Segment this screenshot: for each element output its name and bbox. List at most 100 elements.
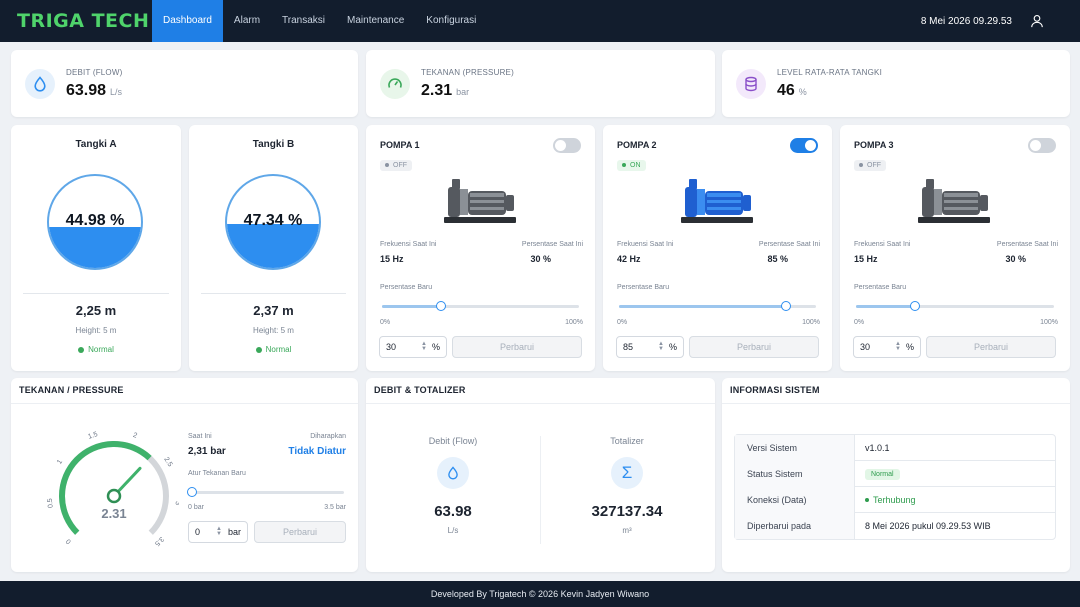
pump-state-badge: OFF	[380, 160, 412, 171]
spinner-icon[interactable]: ▲ ▼	[894, 341, 902, 353]
tank-height: 2,37 m	[253, 303, 294, 318]
status-dot	[78, 346, 85, 353]
section-title: TEKANAN / PRESSURE	[19, 385, 124, 395]
sigma-icon: Σ	[611, 457, 643, 489]
pump-toggle[interactable]	[553, 138, 581, 153]
divider	[722, 403, 1070, 404]
frequency-label: Frekuensi Saat Ini	[380, 241, 437, 248]
stat-value: 46	[777, 81, 795, 99]
current-pressure: 2,31 bar	[188, 446, 226, 457]
flow-label: Debit (Flow)	[428, 436, 478, 446]
input-value: 30	[386, 342, 397, 352]
update-pump-button[interactable]: Perbarui	[689, 336, 819, 358]
slider-fill	[856, 305, 916, 308]
pressure-slider[interactable]	[187, 487, 344, 497]
spinner-icon[interactable]: ▲ ▼	[420, 341, 428, 353]
slider-min: 0 bar	[188, 504, 204, 511]
frequency-label: Frekuensi Saat Ini	[854, 241, 911, 248]
pump-slider[interactable]	[619, 301, 816, 311]
nav-dashboard[interactable]: Dashboard	[152, 0, 223, 42]
pump-state-badge: ON	[617, 160, 646, 171]
slider-max: 100%	[802, 319, 820, 326]
gauge-value: 2.31	[101, 506, 126, 521]
update-pump-button[interactable]: Perbarui	[452, 336, 582, 358]
stat-value: 63.98	[66, 81, 107, 99]
tank-title: Tangki B	[252, 139, 295, 150]
debit-card: DEBIT & TOTALIZER Debit (Flow) 63.98 L/s…	[366, 378, 715, 572]
pump-title: POMPA 3	[854, 140, 894, 150]
divider	[201, 293, 346, 294]
pump-toggle[interactable]	[1028, 138, 1056, 153]
status-dot	[865, 498, 869, 503]
set-pressure-label: Atur Tekanan Baru	[188, 470, 246, 477]
expected-pressure: Tidak Diatur	[288, 446, 346, 457]
nav-alarm[interactable]: Alarm	[223, 0, 271, 42]
info-row-status: Status Sistem Normal	[735, 460, 1055, 487]
slider-fill	[619, 305, 787, 308]
new-percent-label: Persentase Baru	[380, 284, 433, 291]
slider-thumb[interactable]	[436, 301, 447, 311]
pressure-input[interactable]: 0 ▲ ▼ bar	[188, 521, 248, 543]
percent-value: 30 %	[530, 254, 551, 264]
input-value: 85	[623, 342, 634, 352]
input-unit: %	[668, 342, 677, 352]
spinner-icon[interactable]: ▲ ▼	[657, 341, 665, 353]
gauge-tick-label: 2	[132, 432, 138, 440]
flow-value: 63.98	[434, 503, 472, 520]
user-icon[interactable]	[1030, 14, 1044, 28]
droplet-icon	[437, 457, 469, 489]
status-badge: Normal	[865, 468, 900, 480]
nav-datetime: 8 Mei 2026 09.29.53	[920, 15, 1012, 27]
tank-capacity: Height: 5 m	[75, 326, 117, 335]
droplet-icon	[25, 68, 55, 99]
status-dot	[255, 346, 262, 353]
expected-label: Diharapkan	[310, 433, 346, 440]
tank-height: 2,25 m	[75, 303, 117, 318]
totalizer-label: Totalizer	[610, 436, 644, 446]
divider	[23, 293, 169, 294]
info-value: Terhubung	[873, 494, 916, 505]
pump-percent-input[interactable]: 85 ▲ ▼ %	[616, 336, 684, 358]
info-key: Diperbarui pada	[735, 513, 855, 539]
frequency-label: Frekuensi Saat Ini	[617, 241, 674, 248]
nav-maintenance[interactable]: Maintenance	[336, 0, 415, 42]
flow-unit: L/s	[447, 526, 459, 535]
gauge-tick-label: 0.5	[47, 498, 55, 509]
pump-percent-input[interactable]: 30 ▲ ▼ %	[379, 336, 447, 358]
nav-transaksi[interactable]: Transaksi	[271, 0, 336, 42]
tank-title: Tangki A	[75, 139, 117, 150]
pump-slider[interactable]	[382, 301, 579, 311]
slider-thumb[interactable]	[781, 301, 792, 311]
pump-slider[interactable]	[856, 301, 1054, 311]
gauge-tick-label: 1.5	[87, 431, 99, 441]
slider-max: 3.5 bar	[324, 504, 346, 511]
slider-thumb[interactable]	[910, 301, 921, 311]
tank-gauge: 47.34 %	[225, 174, 321, 270]
percent-label: Persentase Saat Ini	[758, 241, 820, 248]
stat-card-flow: DEBIT (FLOW) 63.98 L/s	[11, 50, 358, 117]
pump-percent-input[interactable]: 30 ▲ ▼ %	[853, 336, 921, 358]
gauge-tick-label: 0	[65, 537, 73, 545]
frequency-value: 15 Hz	[380, 254, 404, 264]
slider-max: 100%	[1040, 319, 1058, 326]
database-icon	[736, 68, 766, 99]
update-pump-button[interactable]: Perbarui	[926, 336, 1056, 358]
flow-column: Debit (Flow) 63.98 L/s	[366, 436, 540, 535]
pump-icon	[918, 179, 990, 223]
pump-icon	[444, 179, 516, 223]
gauge-tick-label: 2.5	[162, 456, 173, 468]
spinner-icon[interactable]: ▲ ▼	[215, 526, 223, 538]
section-title: INFORMASI SISTEM	[730, 385, 820, 395]
stat-label: TEKANAN (PRESSURE)	[421, 67, 514, 77]
brand-logo[interactable]: TRIGA TECH	[0, 10, 152, 32]
nav-konfigurasi[interactable]: Konfigurasi	[415, 0, 487, 42]
update-pressure-button[interactable]: Perbarui	[254, 521, 346, 543]
pump-card-3: POMPA 3 OFF Frekuensi Saat Ini Persentas…	[840, 125, 1070, 371]
input-unit: %	[905, 342, 914, 352]
percent-value: 85 %	[767, 254, 788, 264]
slider-thumb[interactable]	[187, 487, 197, 497]
info-row-updated: Diperbarui pada 8 Mei 2026 pukul 09.29.5…	[735, 513, 1055, 539]
tank-status: Normal	[189, 345, 358, 354]
pump-toggle[interactable]	[790, 138, 818, 153]
gauge-icon	[380, 68, 410, 99]
